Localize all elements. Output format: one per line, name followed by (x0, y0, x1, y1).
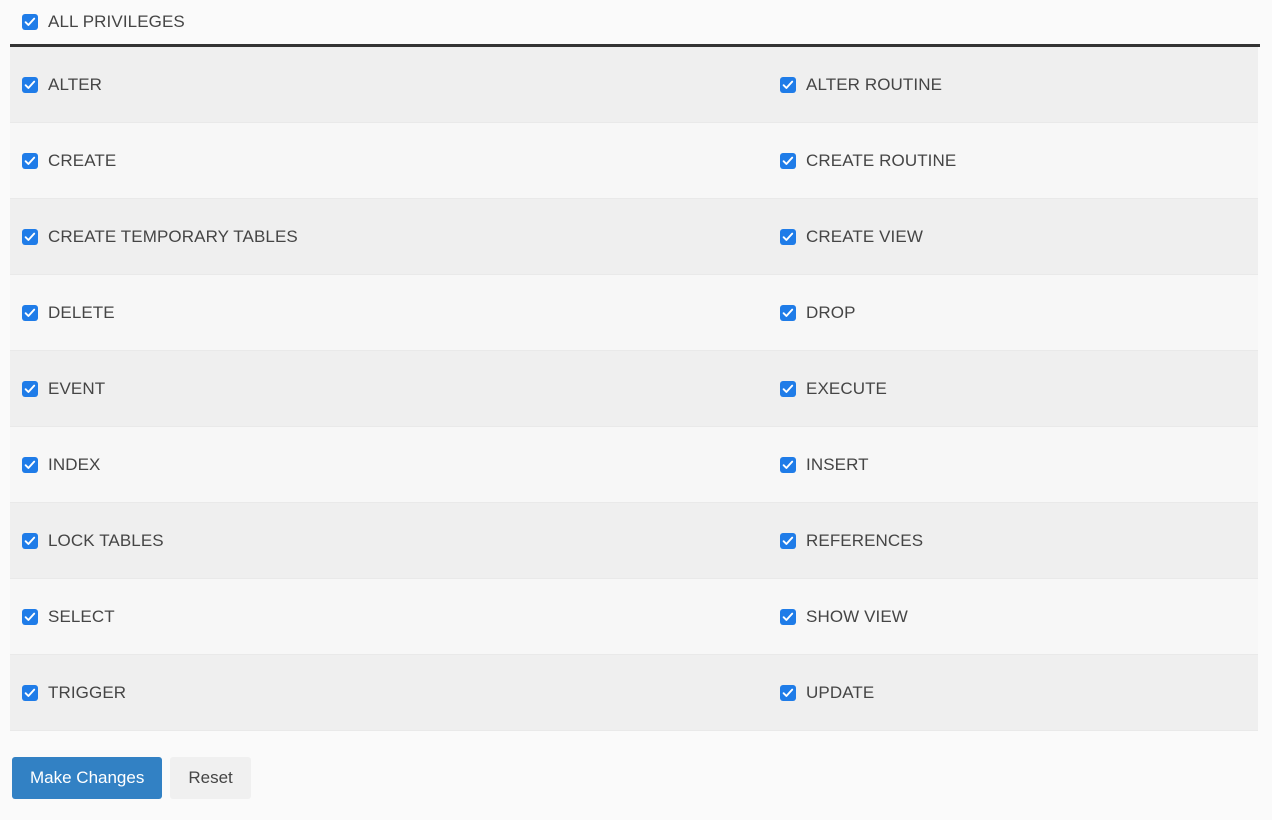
checkmark-icon (782, 459, 794, 471)
privilege-cell-alter-routine[interactable]: ALTER ROUTINE (768, 75, 1258, 95)
table-row: SELECT SHOW VIEW (10, 579, 1258, 655)
privilege-checkbox-create-temporary-tables[interactable] (22, 229, 38, 245)
privilege-checkbox-trigger[interactable] (22, 685, 38, 701)
make-changes-button[interactable]: Make Changes (12, 757, 162, 799)
checkmark-icon (24, 231, 36, 243)
checkmark-icon (782, 155, 794, 167)
checkmark-icon (782, 383, 794, 395)
privileges-table: ALTERALTER ROUTINECREATECREATE ROUTINECR… (10, 47, 1258, 731)
privilege-checkbox-lock-tables[interactable] (22, 533, 38, 549)
table-row: CREATE CREATE ROUTINE (10, 123, 1258, 199)
privilege-label-update: UPDATE (806, 683, 874, 703)
privilege-cell-select[interactable]: SELECT (10, 607, 768, 627)
privilege-checkbox-create-routine[interactable] (780, 153, 796, 169)
privilege-label-create-routine: CREATE ROUTINE (806, 151, 956, 171)
all-privileges-checkbox[interactable] (22, 14, 38, 30)
table-row: CREATE TEMPORARY TABLES CREATE VIEW (10, 199, 1258, 275)
privilege-label-show-view: SHOW VIEW (806, 607, 908, 627)
privilege-label-create-temporary-tables: CREATE TEMPORARY TABLES (48, 227, 298, 247)
checkmark-icon (24, 687, 36, 699)
privilege-cell-references[interactable]: REFERENCES (768, 531, 1258, 551)
privilege-label-create-view: CREATE VIEW (806, 227, 923, 247)
reset-button[interactable]: Reset (170, 757, 250, 799)
privilege-cell-execute[interactable]: EXECUTE (768, 379, 1258, 399)
privilege-checkbox-alter-routine[interactable] (780, 77, 796, 93)
checkmark-icon (782, 687, 794, 699)
privilege-checkbox-create-view[interactable] (780, 229, 796, 245)
privilege-checkbox-references[interactable] (780, 533, 796, 549)
privilege-label-references: REFERENCES (806, 531, 923, 551)
privilege-cell-show-view[interactable]: SHOW VIEW (768, 607, 1258, 627)
checkmark-icon (24, 16, 36, 28)
privilege-label-event: EVENT (48, 379, 105, 399)
privilege-checkbox-drop[interactable] (780, 305, 796, 321)
privileges-page: ALL PRIVILEGES ALTERALTER ROUTINECREATEC… (0, 0, 1272, 820)
privilege-cell-create[interactable]: CREATE (10, 151, 768, 171)
privilege-cell-insert[interactable]: INSERT (768, 455, 1258, 475)
checkmark-icon (782, 307, 794, 319)
table-row: EVENT EXECUTE (10, 351, 1258, 427)
checkmark-icon (782, 231, 794, 243)
table-row: ALTER ALTER ROUTINE (10, 47, 1258, 123)
privilege-label-insert: INSERT (806, 455, 869, 475)
privilege-label-lock-tables: LOCK TABLES (48, 531, 164, 551)
checkmark-icon (24, 535, 36, 547)
privilege-cell-index[interactable]: INDEX (10, 455, 768, 475)
privilege-checkbox-execute[interactable] (780, 381, 796, 397)
table-row: LOCK TABLES REFERENCES (10, 503, 1258, 579)
privilege-checkbox-create[interactable] (22, 153, 38, 169)
privilege-checkbox-index[interactable] (22, 457, 38, 473)
privilege-cell-create-routine[interactable]: CREATE ROUTINE (768, 151, 1258, 171)
privilege-label-trigger: TRIGGER (48, 683, 126, 703)
privilege-cell-create-temporary-tables[interactable]: CREATE TEMPORARY TABLES (10, 227, 768, 247)
privilege-cell-lock-tables[interactable]: LOCK TABLES (10, 531, 768, 551)
all-privileges-row: ALL PRIVILEGES (0, 0, 1272, 44)
privilege-checkbox-insert[interactable] (780, 457, 796, 473)
checkmark-icon (782, 535, 794, 547)
form-actions: Make Changes Reset (0, 731, 1272, 799)
table-row: DELETE DROP (10, 275, 1258, 351)
privilege-label-create: CREATE (48, 151, 116, 171)
privilege-cell-delete[interactable]: DELETE (10, 303, 768, 323)
checkmark-icon (24, 155, 36, 167)
checkmark-icon (24, 79, 36, 91)
table-row: TRIGGER UPDATE (10, 655, 1258, 731)
privilege-cell-alter[interactable]: ALTER (10, 75, 768, 95)
checkmark-icon (24, 383, 36, 395)
privilege-cell-create-view[interactable]: CREATE VIEW (768, 227, 1258, 247)
checkmark-icon (24, 611, 36, 623)
privilege-cell-trigger[interactable]: TRIGGER (10, 683, 768, 703)
privilege-cell-drop[interactable]: DROP (768, 303, 1258, 323)
all-privileges-label: ALL PRIVILEGES (48, 12, 185, 32)
privilege-label-delete: DELETE (48, 303, 115, 323)
checkmark-icon (24, 307, 36, 319)
checkmark-icon (782, 79, 794, 91)
privilege-label-alter-routine: ALTER ROUTINE (806, 75, 942, 95)
privilege-cell-event[interactable]: EVENT (10, 379, 768, 399)
privilege-checkbox-alter[interactable] (22, 77, 38, 93)
checkmark-icon (24, 459, 36, 471)
privilege-checkbox-select[interactable] (22, 609, 38, 625)
privilege-checkbox-delete[interactable] (22, 305, 38, 321)
privilege-label-index: INDEX (48, 455, 100, 475)
privilege-label-drop: DROP (806, 303, 856, 323)
privilege-label-alter: ALTER (48, 75, 102, 95)
table-row: INDEX INSERT (10, 427, 1258, 503)
checkmark-icon (782, 611, 794, 623)
privilege-label-select: SELECT (48, 607, 115, 627)
privilege-checkbox-show-view[interactable] (780, 609, 796, 625)
privilege-checkbox-event[interactable] (22, 381, 38, 397)
privilege-checkbox-update[interactable] (780, 685, 796, 701)
privilege-cell-update[interactable]: UPDATE (768, 683, 1258, 703)
privilege-label-execute: EXECUTE (806, 379, 887, 399)
